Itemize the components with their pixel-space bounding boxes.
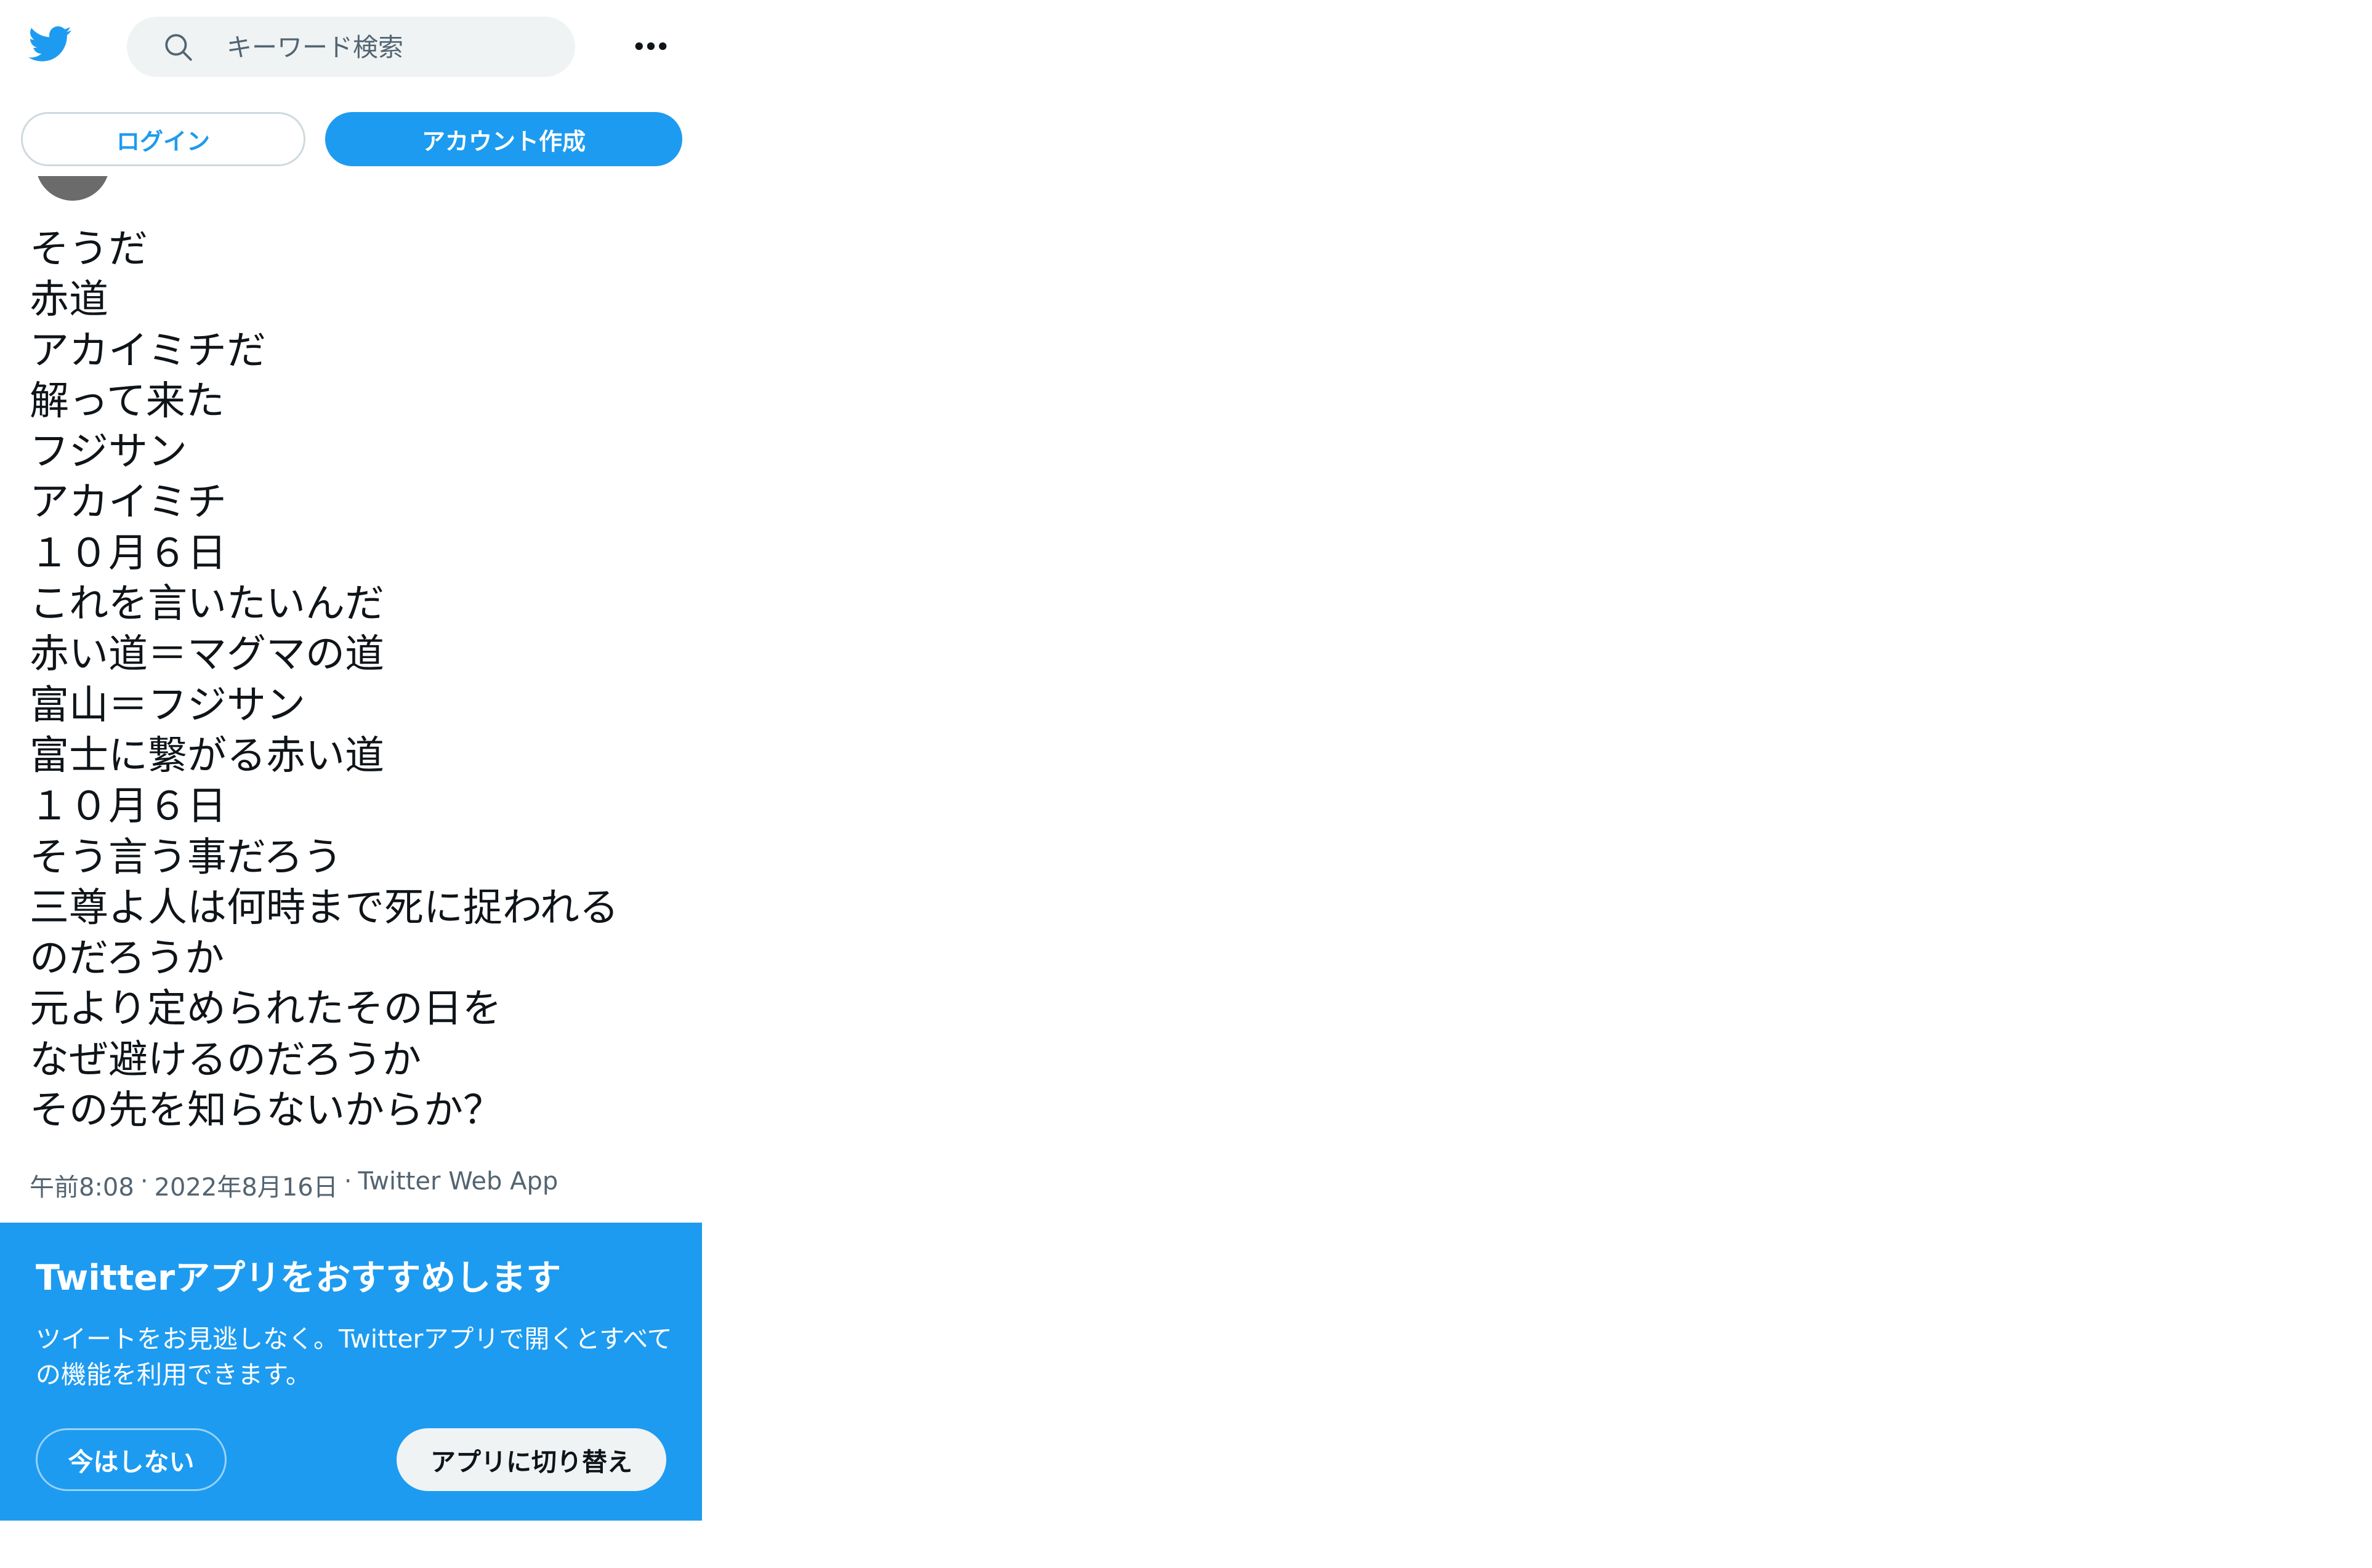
tweet-line: １０月６日 xyxy=(30,784,227,830)
tweet-line: 富士に繋がる赤い道 xyxy=(30,733,384,779)
tweet-line: フジサン xyxy=(30,429,187,475)
tweet-line: アカイミチ xyxy=(30,480,227,526)
tweet-date[interactable]: 2022年8月16日 xyxy=(155,1167,338,1203)
tweet-meta: 午前8:08 · 2022年8月16日 · Twitter Web App xyxy=(30,1167,558,1203)
search-icon xyxy=(165,34,192,61)
tweet-line: 三尊よ人は何時まで死に捉われる xyxy=(30,885,619,931)
tweet-line: その先を知らないからか？ xyxy=(30,1088,502,1134)
tweet-line: なぜ避けるのだろうか xyxy=(30,1037,422,1083)
search-bar[interactable] xyxy=(127,17,575,77)
tweet-line: 赤道 xyxy=(30,277,108,323)
tweet-line: 元より定められたその日を xyxy=(30,986,502,1032)
meta-separator: · xyxy=(140,1167,148,1196)
tweet-line: のだろうか xyxy=(30,936,225,982)
app-promo-banner: Twitterアプリをおすすめします ツイートをお見逃しなく。Twitterアプ… xyxy=(0,1223,702,1521)
tweet-line: １０月６日 xyxy=(30,530,227,576)
banner-body: ツイートをお見逃しなく。Twitterアプリで開くとすべての機能を利用できます。 xyxy=(36,1324,672,1389)
tweet-line: これを言いたいんだ xyxy=(30,581,384,627)
tweet-line: 富山＝フジサン xyxy=(30,682,305,728)
meta-separator: · xyxy=(344,1167,352,1196)
tweet-text: そうだ 赤道 アカイミチだ 解って来た フジサン アカイミチ １０月６日 これを… xyxy=(30,224,695,1136)
tweet-line: そう言う事だろう xyxy=(30,834,343,880)
tweet-source: Twitter Web App xyxy=(358,1167,559,1196)
tweet-line: 赤い道＝マグマの道 xyxy=(30,632,384,678)
banner-title: Twitterアプリをおすすめします xyxy=(36,1258,562,1298)
switch-to-app-button[interactable]: アプリに切り替え xyxy=(397,1428,666,1491)
login-button[interactable]: ログイン xyxy=(21,112,305,166)
signup-button[interactable]: アカウント作成 xyxy=(325,112,682,166)
tweet-line: 解って来た xyxy=(30,378,225,424)
not-now-button[interactable]: 今はしない xyxy=(36,1428,227,1491)
tweet-line: アカイミチだ xyxy=(30,328,266,374)
mobile-tweet-page: ログイン アカウント作成 そうだ 赤道 アカイミチだ 解って来た フジサン アカ… xyxy=(0,0,702,1568)
more-horizontal-icon[interactable] xyxy=(633,31,669,62)
twitter-bird-icon[interactable] xyxy=(25,22,76,65)
tweet-time[interactable]: 午前8:08 xyxy=(30,1167,134,1203)
tweet-line: そうだ xyxy=(30,227,148,272)
search-input[interactable] xyxy=(225,29,548,66)
